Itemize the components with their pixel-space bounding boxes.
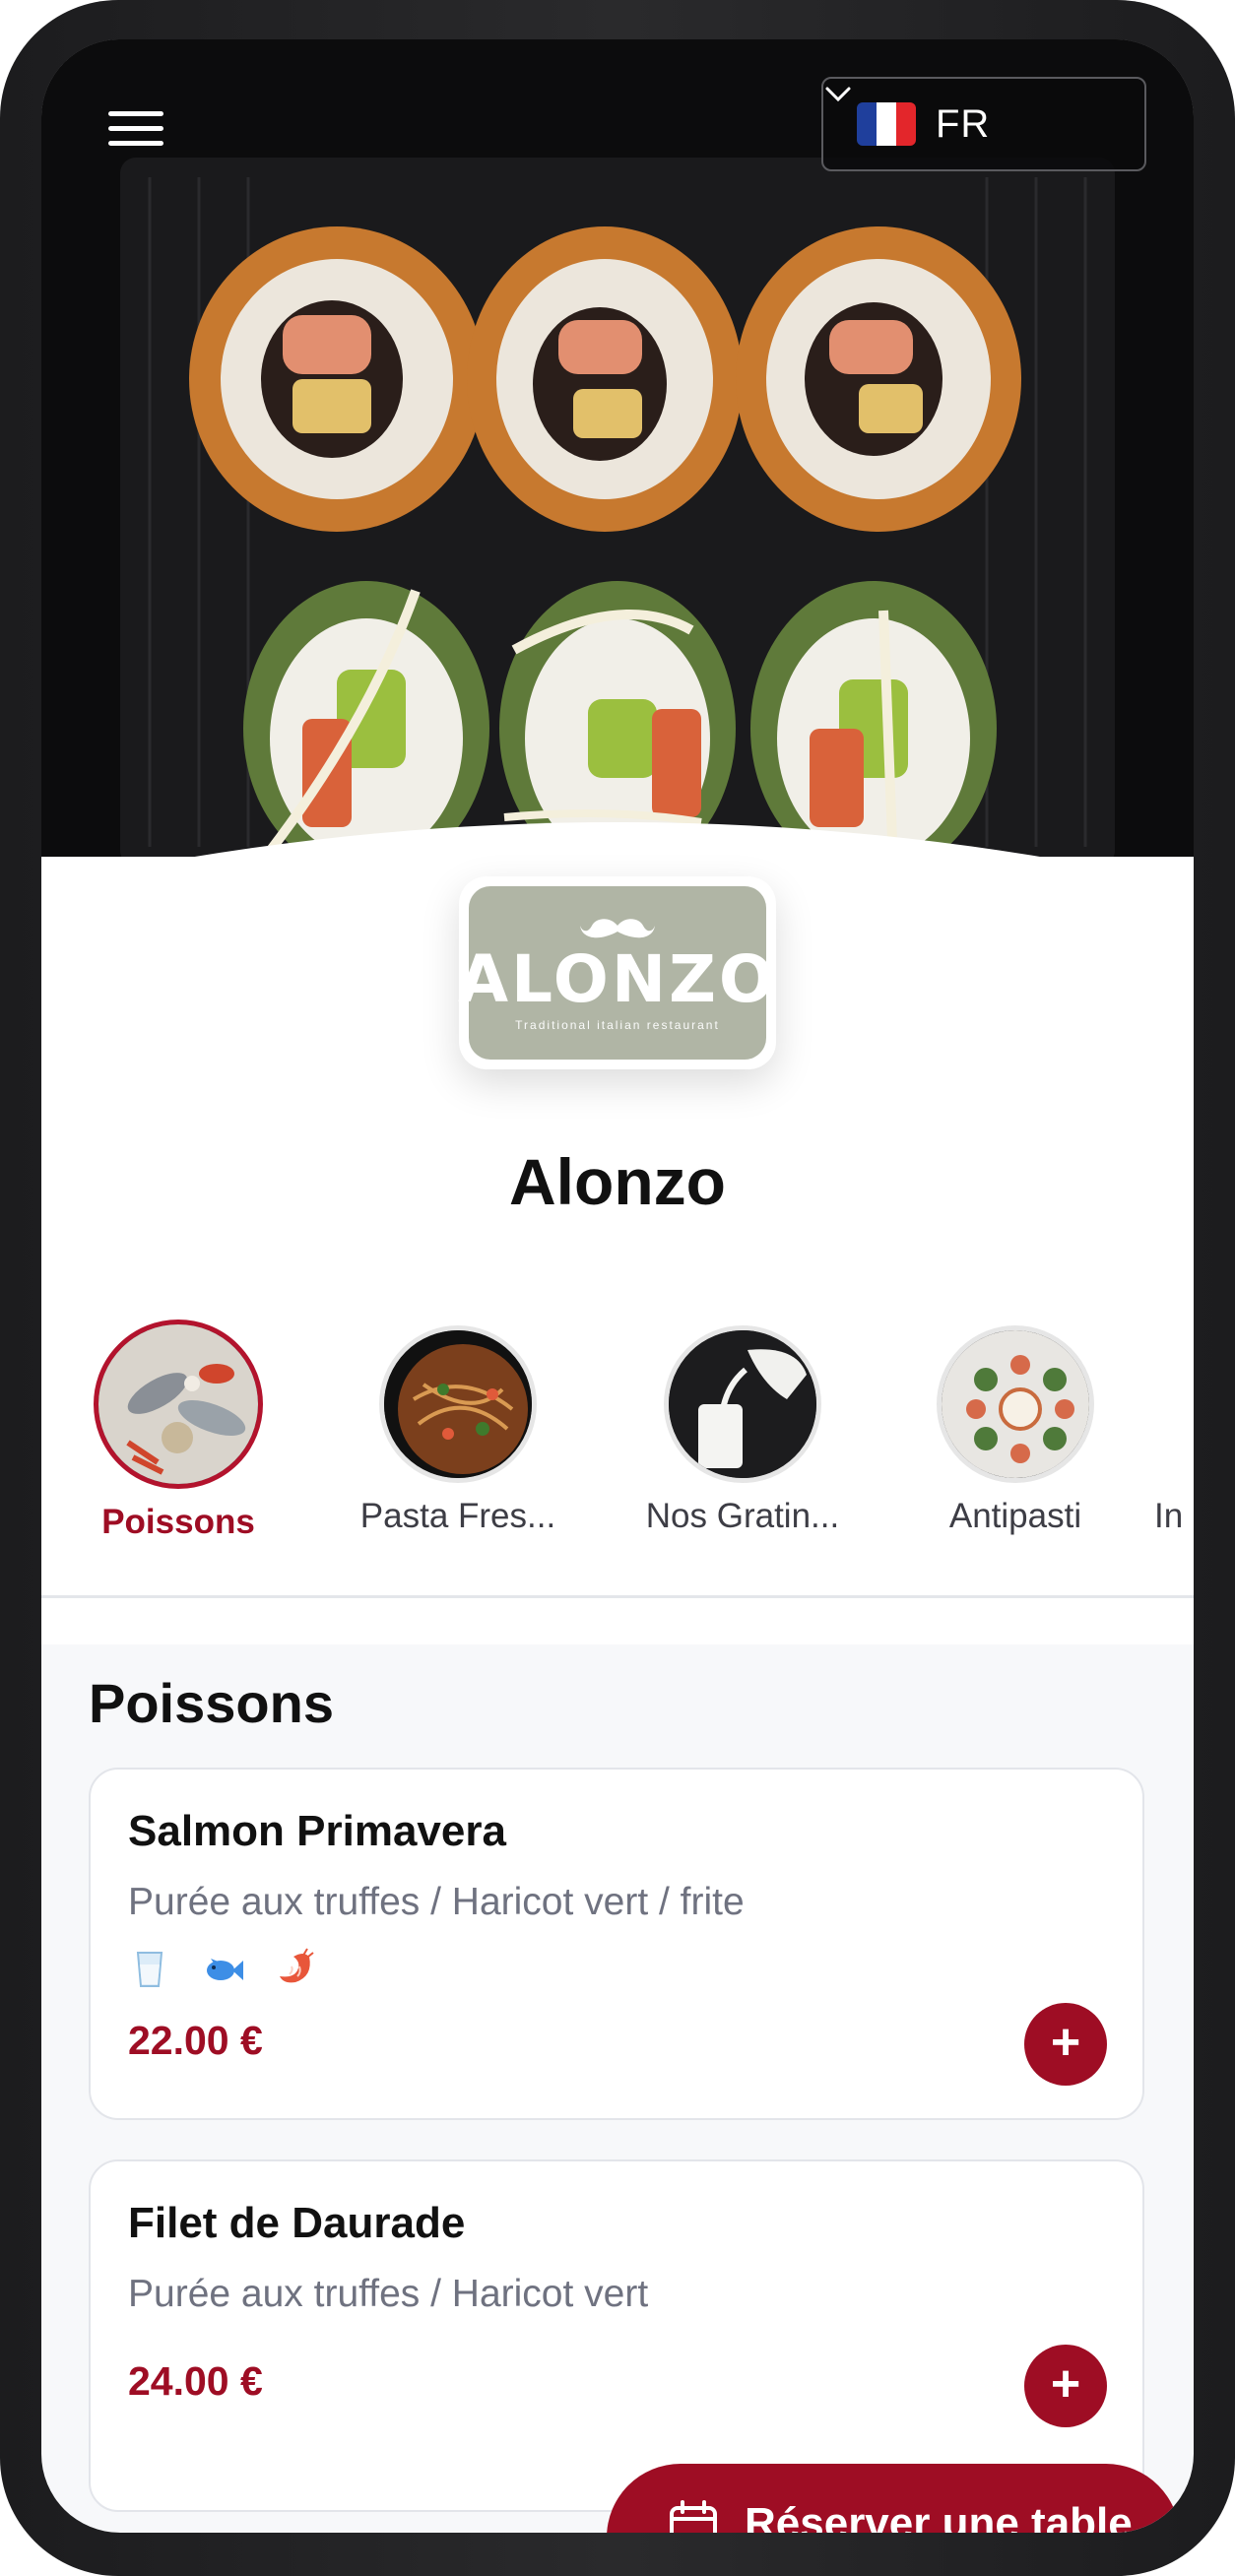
menu-item-card[interactable]: Salmon Primavera Purée aux truffes / Har… <box>89 1768 1144 2120</box>
category-label: In <box>1154 1497 1184 1535</box>
category-image <box>937 1325 1094 1483</box>
hero-image: FR <box>41 39 1194 906</box>
menu-item-card[interactable]: Filet de Daurade Purée aux truffes / Har… <box>89 2159 1144 2512</box>
logo-wordmark: ALONZO <box>457 941 778 1017</box>
french-flag-icon <box>857 102 916 146</box>
language-code: FR <box>936 101 991 146</box>
item-name: Filet de Daurade <box>128 2199 466 2247</box>
item-name: Salmon Primavera <box>128 1807 506 1855</box>
category-partial[interactable]: In <box>1150 1325 1194 1536</box>
plus-icon: + <box>1050 2355 1081 2413</box>
shrimp-icon <box>280 1948 314 1983</box>
category-poissons[interactable]: Poissons <box>41 1320 321 1542</box>
language-select[interactable]: FR <box>821 77 1146 171</box>
fish-icon <box>207 1959 243 1980</box>
category-pasta-fresca[interactable]: Pasta Fres... <box>315 1325 601 1536</box>
category-label: Antipasti <box>948 1497 1082 1535</box>
item-price: 22.00 € <box>128 2018 263 2063</box>
category-image <box>94 1320 263 1489</box>
allergen-list <box>128 1947 317 1990</box>
add-to-cart-button[interactable]: + <box>1024 2003 1107 2086</box>
item-price: 24.00 € <box>128 2358 263 2404</box>
category-image <box>379 1325 537 1483</box>
phone-frame: FR ALONZO Traditional italian restaurant… <box>0 0 1235 2576</box>
plus-icon: + <box>1050 2014 1081 2071</box>
add-to-cart-button[interactable]: + <box>1024 2345 1107 2427</box>
category-label: Poissons <box>101 1503 255 1541</box>
hamburger-menu-icon[interactable] <box>108 98 167 158</box>
milk-glass-icon <box>136 1952 163 1987</box>
category-label: Pasta Fres... <box>359 1497 556 1535</box>
section-title: Poissons <box>89 1672 334 1734</box>
logo-tagline: Traditional italian restaurant <box>515 1018 720 1032</box>
item-description: Purée aux truffes / Haricot vert <box>128 2273 649 2315</box>
restaurant-logo: ALONZO Traditional italian restaurant <box>457 876 778 1069</box>
restaurant-name: Alonzo <box>509 1145 726 1218</box>
category-carousel: Poissons Pasta Fres... Nos Gratin... Ant… <box>41 1320 1194 1595</box>
category-image <box>664 1325 821 1483</box>
reserve-table-label: Réserver une table <box>745 2499 1133 2533</box>
item-description: Purée aux truffes / Haricot vert / frite <box>128 1881 745 1923</box>
category-label: Nos Gratin... <box>645 1497 840 1535</box>
chevron-down-icon <box>825 87 851 102</box>
app-screen: FR ALONZO Traditional italian restaurant… <box>41 39 1194 2533</box>
category-antipasti[interactable]: Antipasti <box>873 1325 1158 1536</box>
section-divider <box>41 1595 1194 1598</box>
category-nos-gratins[interactable]: Nos Gratin... <box>600 1325 885 1536</box>
reserve-table-button[interactable]: Réserver une table <box>607 2464 1180 2533</box>
mustache-icon <box>580 919 655 938</box>
calendar-icon <box>670 2500 717 2533</box>
